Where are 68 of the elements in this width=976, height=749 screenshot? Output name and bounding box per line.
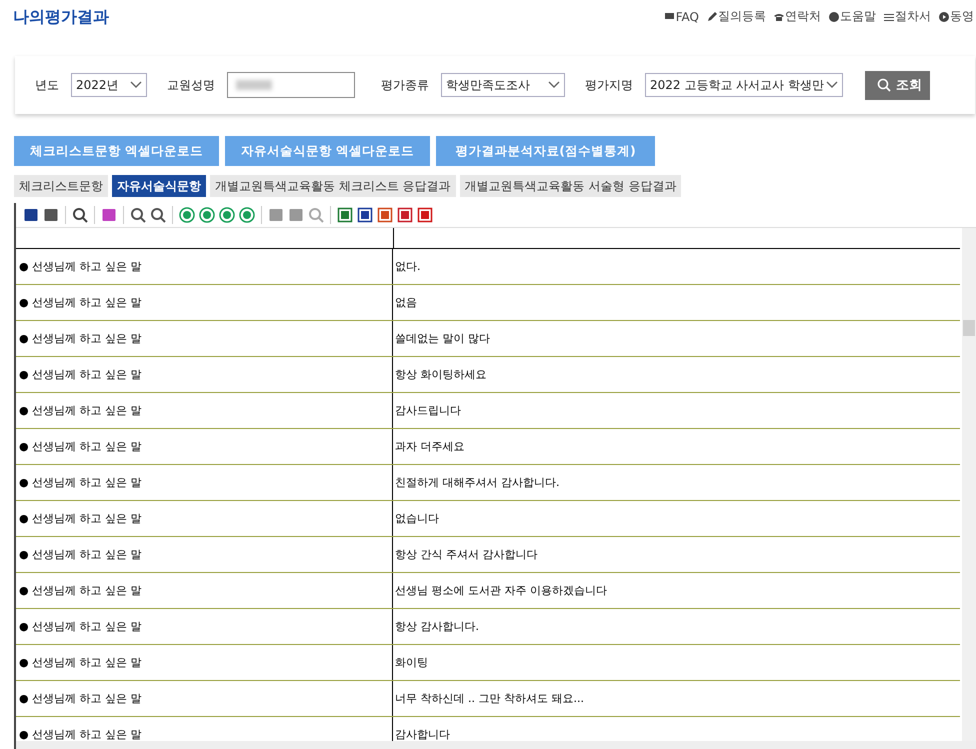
word-icon[interactable]	[356, 207, 374, 223]
answer-cell-text: 없다.	[394, 259, 420, 274]
play-icon	[939, 12, 949, 22]
header-link[interactable]: 도움말	[829, 8, 876, 25]
question-cell: ● 선생님께 하고 싶은 말	[16, 537, 393, 572]
select-field[interactable]: 2022 고등학교 사서교사 학생만	[645, 73, 843, 97]
filter-label: 년도	[35, 76, 59, 94]
tab[interactable]: 자유서술식문항	[112, 175, 206, 197]
chevron-down-icon	[826, 81, 838, 89]
find-icon[interactable]	[71, 207, 89, 223]
search-icon	[877, 78, 891, 92]
answer-cell-text: 쓸데없는 말이 많다	[394, 331, 490, 346]
pencil-icon	[707, 12, 717, 22]
question-cell: ● 선생님께 하고 싶은 말	[16, 573, 393, 608]
header-link[interactable]: FAQ	[664, 8, 699, 25]
answer-cell-text: 선생님 평소에 도서관 자주 이용하겠습니다	[394, 583, 607, 598]
horizontal-scrollbar[interactable]	[16, 741, 976, 749]
filter-label: 교원성명	[167, 76, 215, 94]
filter-label: 평가지명	[585, 76, 633, 94]
blurred-text	[236, 80, 272, 90]
answer-cell-text: 감사드립니다	[394, 403, 461, 418]
zoom-out-icon[interactable]	[149, 207, 167, 223]
chevron-down-icon	[130, 81, 142, 89]
question-cell: ● 선생님께 하고 싶은 말	[16, 249, 393, 284]
answer-cell-text: 항상 화이팅하세요	[394, 367, 486, 382]
slides-icon[interactable]	[376, 207, 394, 223]
filter-label: 평가종류	[381, 76, 429, 94]
save-icon[interactable]	[22, 207, 40, 223]
chat-icon	[664, 12, 675, 22]
question-cell: ● 선생님께 하고 싶은 말	[16, 393, 393, 428]
page-title: 나의평가결과	[13, 7, 109, 28]
question-cell: ● 선생님께 하고 싶은 말	[16, 285, 393, 320]
answer-cell-text: 없습니다	[394, 511, 439, 526]
answer-cell-text: 너무 착하신데 .. 그만 착하셔도 돼요...	[394, 691, 584, 706]
excel-icon[interactable]	[336, 207, 354, 223]
header-link[interactable]: 질의등록	[707, 8, 766, 25]
question-cell: ● 선생님께 하고 싶은 말	[16, 321, 393, 356]
phone-icon	[774, 12, 784, 22]
answer-cell-text: 감사합니다	[394, 727, 450, 742]
answer-cell-text: 친절하게 대해주셔서 감사합니다.	[394, 475, 560, 490]
select-field[interactable]: 학생만족도조사	[441, 73, 565, 97]
answer-cell-text: 화이팅	[394, 655, 428, 670]
answer-cell-text: 없음	[394, 295, 417, 310]
zoom-in-icon[interactable]	[129, 207, 147, 223]
answer-cell-text: 항상 감사합니다.	[394, 619, 479, 634]
tab[interactable]: 개별교원특색교육활동 서술형 응답결과	[460, 175, 682, 197]
header-link[interactable]: 동영	[939, 8, 974, 25]
answer-cell-text: 항상 간식 주셔서 감사합니다	[394, 547, 538, 562]
question-cell: ● 선생님께 하고 싶은 말	[16, 645, 393, 680]
hwp-icon[interactable]	[396, 207, 414, 223]
header-link[interactable]: 연락처	[774, 8, 821, 25]
question-cell: ● 선생님께 하고 싶은 말	[16, 609, 393, 644]
question-cell: ● 선생님께 하고 싶은 말	[16, 681, 393, 716]
answer-cell-text: 과자 더주세요	[394, 439, 464, 454]
question-cell: ● 선생님께 하고 싶은 말	[16, 429, 393, 464]
list-icon	[884, 12, 894, 22]
search-button[interactable]: 조회	[865, 70, 930, 100]
tab[interactable]: 체크리스트문항	[14, 175, 108, 197]
tab[interactable]: 개별교원특색교육활동 체크리스트 응답결과	[210, 175, 456, 197]
input-field[interactable]	[227, 72, 355, 98]
vertical-scrollbar[interactable]	[962, 228, 976, 741]
question-cell: ● 선생님께 하고 싶은 말	[16, 501, 393, 536]
select-field[interactable]: 2022년	[71, 73, 147, 97]
question-cell: ● 선생님께 하고 싶은 말	[16, 465, 393, 500]
question-cell: ● 선생님께 하고 싶은 말	[16, 357, 393, 392]
chevron-down-icon	[548, 81, 560, 89]
header-link[interactable]: 절차서	[884, 8, 931, 25]
pdf-icon[interactable]	[416, 207, 434, 223]
